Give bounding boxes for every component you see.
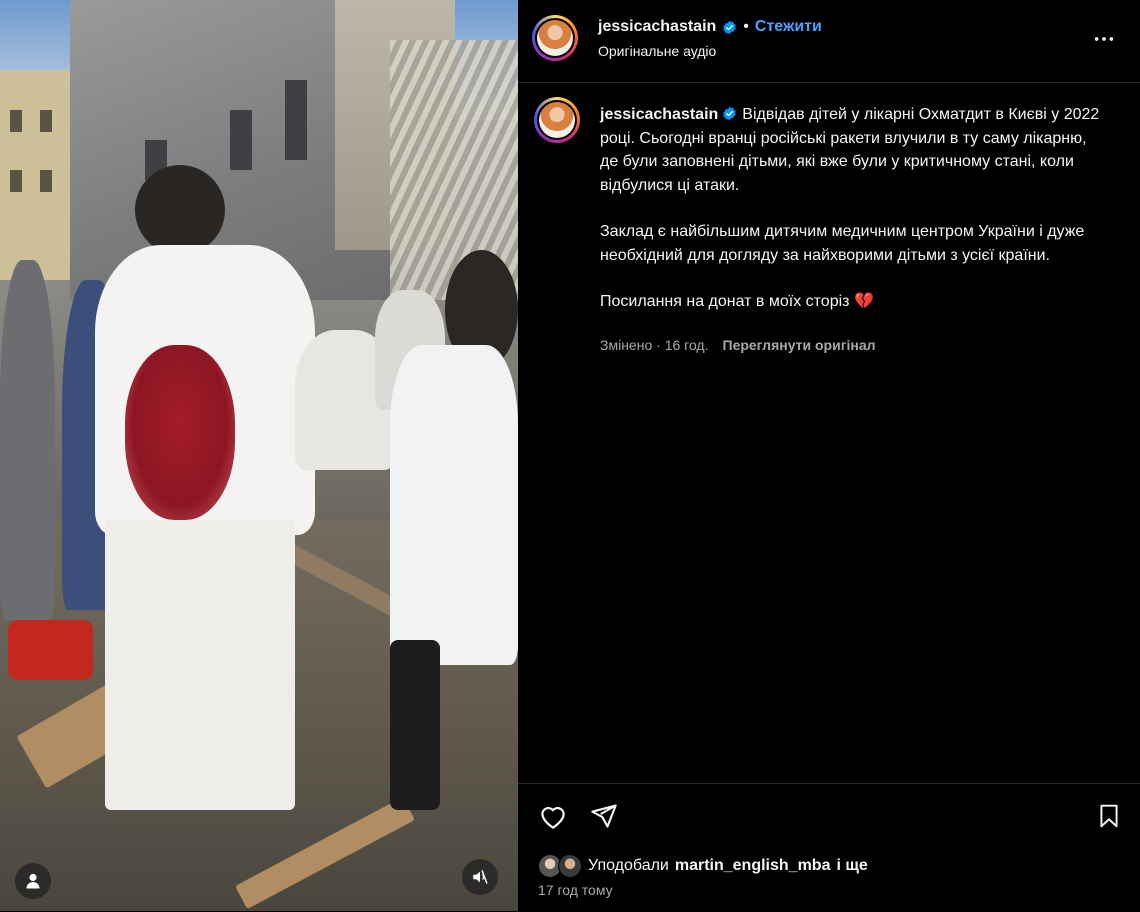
post-side-panel: jessicachastain • Стежити Оригінальне ау… [518,0,1140,911]
bookmark-icon [1100,804,1118,828]
edited-time: 16 год. [664,337,709,353]
muted-speaker-icon [473,870,488,884]
header-title-row: jessicachastain • Стежити [598,18,822,36]
likes-summary: Уподобали martin_english_mba і ще [538,854,868,878]
video-scene-person-head [135,165,225,255]
caption-username[interactable]: jessicachastain [600,106,718,123]
share-button[interactable] [590,802,618,835]
video-scene-stretcher [8,620,93,680]
post-header: jessicachastain • Стежити Оригінальне ау… [518,0,1140,83]
original-audio-link[interactable]: Оригінальне аудіо [598,43,716,59]
edited-label: Змінено [600,337,653,353]
more-options-button[interactable] [1093,28,1115,55]
post-actions: Уподобали martin_english_mba і ще 17 год… [518,783,1140,912]
liker-avatar[interactable] [558,854,582,878]
caption-paragraph: Заклад є найбільшим дитячим медичним цен… [600,223,1085,264]
video-scene-person [390,345,518,665]
caption-author-avatar[interactable] [534,97,580,143]
avatar-image [537,20,573,56]
author-avatar[interactable] [532,15,578,61]
caption-paragraph: Посилання на донат в моїх сторіз 💔 [600,293,874,310]
tagged-users-button[interactable] [15,863,51,899]
user-icon [26,873,40,889]
post-video[interactable] [0,0,518,911]
video-scene-person [0,260,55,620]
video-scene-stain [125,345,235,520]
save-button[interactable] [1096,802,1122,835]
separator-dot: • [743,18,749,35]
avatar-image [539,102,575,138]
follow-button[interactable]: Стежити [755,18,822,36]
caption-text: jessicachastain Відвідав дітей у лікарні… [600,103,1108,337]
verified-badge-icon [723,106,737,121]
caption-paragraph: jessicachastain Відвідав дітей у лікарні… [600,103,1108,197]
author-username[interactable]: jessicachastain [598,18,716,36]
likes-prefix: Уподобали [588,857,669,874]
heart-icon [541,806,565,829]
video-scene-person [390,640,440,810]
verified-badge-icon [723,20,737,34]
mute-toggle-button[interactable] [462,859,498,895]
edited-info: Змінено · 16 год. [600,337,709,353]
post-timestamp[interactable]: 17 год тому [538,882,613,898]
likes-others-link[interactable]: і ще [836,857,867,875]
more-options-icon [1094,37,1114,41]
caption-meta: Змінено · 16 год. Переглянути оригінал [600,337,876,353]
liker-username[interactable]: martin_english_mba [675,857,831,875]
view-original-link[interactable]: Переглянути оригінал [723,337,876,353]
send-icon [591,804,617,828]
video-scene-person [105,520,295,810]
like-button[interactable] [538,802,568,837]
